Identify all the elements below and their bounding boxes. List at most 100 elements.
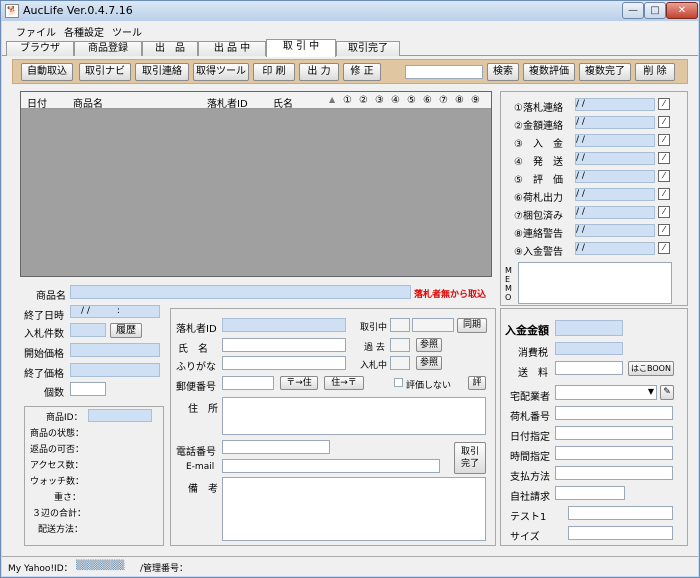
- size-field[interactable]: [568, 526, 673, 540]
- address-to-zip-button[interactable]: 住→〒: [324, 376, 364, 390]
- search-input[interactable]: [405, 65, 483, 79]
- get-tool-button[interactable]: 取得ツール: [193, 63, 249, 81]
- tab-register[interactable]: 商品登録: [74, 41, 142, 56]
- step-check-1[interactable]: ⁄: [658, 98, 670, 110]
- step-col-4: ④: [391, 95, 400, 106]
- step-label-5: ⑤ 評 価: [514, 175, 563, 186]
- step-date-6[interactable]: / /: [575, 188, 655, 201]
- pay-method-field[interactable]: [555, 466, 673, 480]
- step-date-3[interactable]: / /: [575, 134, 655, 147]
- hakoboon-button[interactable]: はこBOON: [628, 361, 674, 376]
- tab-in-trade[interactable]: 取 引 中: [266, 39, 336, 57]
- shipping-field[interactable]: [555, 361, 623, 375]
- no-eval-checkbox[interactable]: [394, 378, 403, 387]
- item-id-label: 商品ID：: [46, 413, 83, 423]
- col-name[interactable]: 氏名: [273, 95, 293, 110]
- history-button[interactable]: 履歴: [110, 323, 142, 338]
- zip-field[interactable]: [222, 376, 274, 390]
- kana-label: ふりがな: [176, 362, 216, 373]
- detail-condition: 商品の状態：: [30, 429, 85, 439]
- step-date-5[interactable]: / /: [575, 170, 655, 183]
- step-date-7[interactable]: / /: [575, 206, 655, 219]
- past-ref-button[interactable]: 参照: [416, 338, 442, 352]
- bidding-label: 入札中: [360, 361, 388, 371]
- step-check-3[interactable]: ⁄: [658, 134, 670, 146]
- multi-evaluate-button[interactable]: 複数評価: [523, 63, 575, 81]
- name-field[interactable]: [222, 338, 346, 352]
- trade-contact-button[interactable]: 取引連絡: [135, 63, 189, 81]
- memo-textarea[interactable]: [518, 262, 672, 304]
- step-check-9[interactable]: ⁄: [658, 242, 670, 254]
- trade-complete-button[interactable]: 取引 完了: [454, 442, 486, 474]
- edit-carrier-icon[interactable]: ✎: [660, 385, 674, 400]
- multi-complete-button[interactable]: 複数完了: [579, 63, 631, 81]
- step-date-9[interactable]: / /: [575, 242, 655, 255]
- menu-file[interactable]: ファイル: [16, 24, 56, 39]
- count-field[interactable]: [70, 382, 106, 396]
- end-price-field[interactable]: [70, 363, 160, 377]
- time-spec-label: 時間指定: [510, 452, 550, 463]
- step-check-2[interactable]: ⁄: [658, 116, 670, 128]
- step-date-4[interactable]: / /: [575, 152, 655, 165]
- col-date[interactable]: 日付: [27, 95, 47, 110]
- trade-navi-button[interactable]: 取引ナビ: [79, 63, 131, 81]
- zip-to-address-button[interactable]: 〒→住: [280, 376, 318, 390]
- bids-field[interactable]: [70, 323, 106, 337]
- email-label: E-mail: [186, 462, 215, 472]
- carrier-select[interactable]: ▼: [555, 385, 657, 400]
- kana-field[interactable]: [222, 356, 346, 370]
- step-date-8[interactable]: / /: [575, 224, 655, 237]
- time-spec-field[interactable]: [555, 446, 673, 460]
- step-check-7[interactable]: ⁄: [658, 206, 670, 218]
- step-check-6[interactable]: ⁄: [658, 188, 670, 200]
- col-bidder-id[interactable]: 落札者ID: [207, 95, 248, 110]
- email-field[interactable]: [222, 459, 440, 473]
- start-price-field[interactable]: [70, 343, 160, 357]
- menu-bar: ファイル 各種設定 ツール: [2, 21, 698, 39]
- detail-watch: ウォッチ数：: [30, 477, 85, 487]
- edit-button[interactable]: 修 正: [343, 63, 381, 81]
- item-name-field[interactable]: [70, 285, 411, 299]
- step-check-5[interactable]: ⁄: [658, 170, 670, 182]
- tracking-field[interactable]: [555, 406, 673, 420]
- payment-total-field[interactable]: [555, 320, 623, 336]
- end-date-field[interactable]: / / :: [70, 305, 160, 318]
- no-winner-import-link[interactable]: 落札者無から取込: [414, 287, 486, 300]
- menu-settings[interactable]: 各種設定: [64, 24, 104, 39]
- auto-import-button[interactable]: 自動取込: [21, 63, 73, 81]
- step-date-1[interactable]: / /: [575, 98, 655, 111]
- eval-button[interactable]: 評: [468, 376, 486, 390]
- own-charge-field[interactable]: [555, 486, 625, 500]
- trading-detail: [412, 318, 454, 332]
- bidder-id-field[interactable]: [222, 318, 346, 332]
- output-button[interactable]: 出 力: [299, 63, 339, 81]
- tab-browser[interactable]: ブラウザ: [6, 41, 74, 56]
- menu-tools[interactable]: ツール: [112, 24, 142, 39]
- search-button[interactable]: 検索: [487, 63, 519, 81]
- item-id-field[interactable]: [88, 409, 152, 422]
- close-button[interactable]: ✕: [666, 2, 698, 19]
- maximize-button[interactable]: □: [644, 2, 666, 19]
- tab-completed[interactable]: 取引完了: [336, 41, 400, 56]
- col-item-name[interactable]: 商品名: [73, 95, 103, 110]
- print-button[interactable]: 印 刷: [253, 63, 295, 81]
- name-label: 氏 名: [178, 344, 208, 355]
- step-check-4[interactable]: ⁄: [658, 152, 670, 164]
- own-charge-label: 自社請求: [510, 492, 550, 503]
- phone-field[interactable]: [222, 440, 330, 454]
- address-textarea[interactable]: [222, 397, 486, 435]
- sync-button[interactable]: 同期: [457, 318, 487, 333]
- minimize-button[interactable]: —: [622, 2, 644, 19]
- step-check-8[interactable]: ⁄: [658, 224, 670, 236]
- step-date-2[interactable]: / /: [575, 116, 655, 129]
- trade-list-grid[interactable]: 日付 商品名 落札者ID 氏名 ▲ ① ② ③ ④ ⑤ ⑥ ⑦ ⑧ ⑨: [20, 91, 492, 277]
- date-spec-field[interactable]: [555, 426, 673, 440]
- tab-listing[interactable]: 出 品: [142, 41, 198, 56]
- remarks-textarea[interactable]: [222, 477, 486, 541]
- test1-field[interactable]: [568, 506, 673, 520]
- step-label-9: ⑨入金警告: [514, 247, 563, 258]
- delete-button[interactable]: 削 除: [635, 63, 675, 81]
- tax-field[interactable]: [555, 342, 623, 355]
- bidding-ref-button[interactable]: 参照: [416, 356, 442, 370]
- tab-on-sale[interactable]: 出 品 中: [198, 41, 266, 56]
